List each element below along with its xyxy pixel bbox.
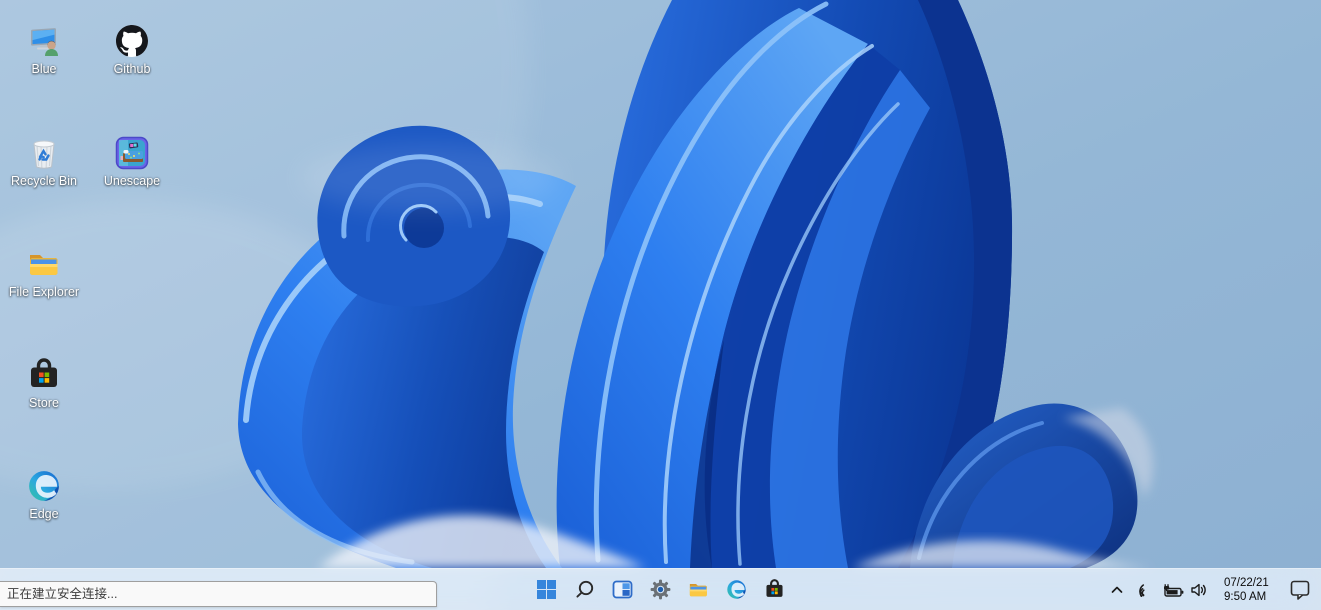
system-tray: 07/22/21 9:50 AM [1104,569,1314,610]
volume-icon [1190,582,1208,598]
wifi-icon [1139,582,1157,598]
taskbar-clock[interactable]: 07/22/21 9:50 AM [1224,576,1282,604]
store-bag-icon [764,579,785,600]
desktop-icon-edge[interactable]: Edge [6,469,82,523]
settings-button[interactable] [642,572,680,608]
desktop-icon-file-explorer[interactable]: File Explorer [6,247,82,301]
taskbar-center-buttons [528,569,794,610]
start-button[interactable] [528,572,566,608]
hidden-icons-chevron-button[interactable] [1104,573,1130,607]
folder-icon [688,579,709,600]
github-app-icon [115,24,149,58]
store-bag-icon [27,358,61,392]
search-button[interactable] [566,572,604,608]
gear-icon [650,579,671,600]
desktop-icon-label: File Explorer [9,285,79,301]
battery-charging-icon [1162,582,1184,598]
desktop-icon-store[interactable]: Store [6,358,82,412]
notification-center-button[interactable] [1286,573,1314,607]
blue-app-icon [27,24,61,58]
edge-button[interactable] [718,572,756,608]
folder-icon [27,247,61,281]
desktop-icon-label: Edge [29,507,58,523]
desktop-icon-label: Unescape [104,174,160,190]
desktop-icon-label: Store [29,396,59,412]
edge-icon [27,469,61,503]
desktop-icon-github[interactable]: Github [94,24,170,78]
file-explorer-button[interactable] [680,572,718,608]
task-view-icon [612,579,633,600]
chevron-up-icon [1110,584,1124,596]
search-icon [574,579,595,600]
network-button[interactable] [1136,573,1160,607]
desktop-icon-label: Github [114,62,151,78]
desktop-icon-recycle-bin[interactable]: Recycle Bin [6,136,82,190]
clock-date: 07/22/21 [1224,576,1282,590]
recycle-bin-icon [27,136,61,170]
volume-button[interactable] [1186,573,1212,607]
wallpaper-bloom [0,0,1321,610]
status-tooltip: 正在建立安全连接... [0,581,437,607]
desktop-icon-blue[interactable]: Blue [6,24,82,78]
desktop: Blue Github [0,0,1321,610]
desktop-icon-label: Blue [31,62,56,78]
windows-logo-icon [536,579,557,600]
store-button[interactable] [756,572,794,608]
edge-icon [726,579,747,600]
desktop-icon-unescape[interactable]: Unescape [94,136,170,190]
clock-time: 9:50 AM [1224,590,1282,604]
battery-button[interactable] [1160,573,1186,607]
task-view-button[interactable] [604,572,642,608]
unescape-app-icon [115,136,149,170]
desktop-icon-label: Recycle Bin [11,174,77,190]
chat-bubble-icon [1289,578,1312,601]
